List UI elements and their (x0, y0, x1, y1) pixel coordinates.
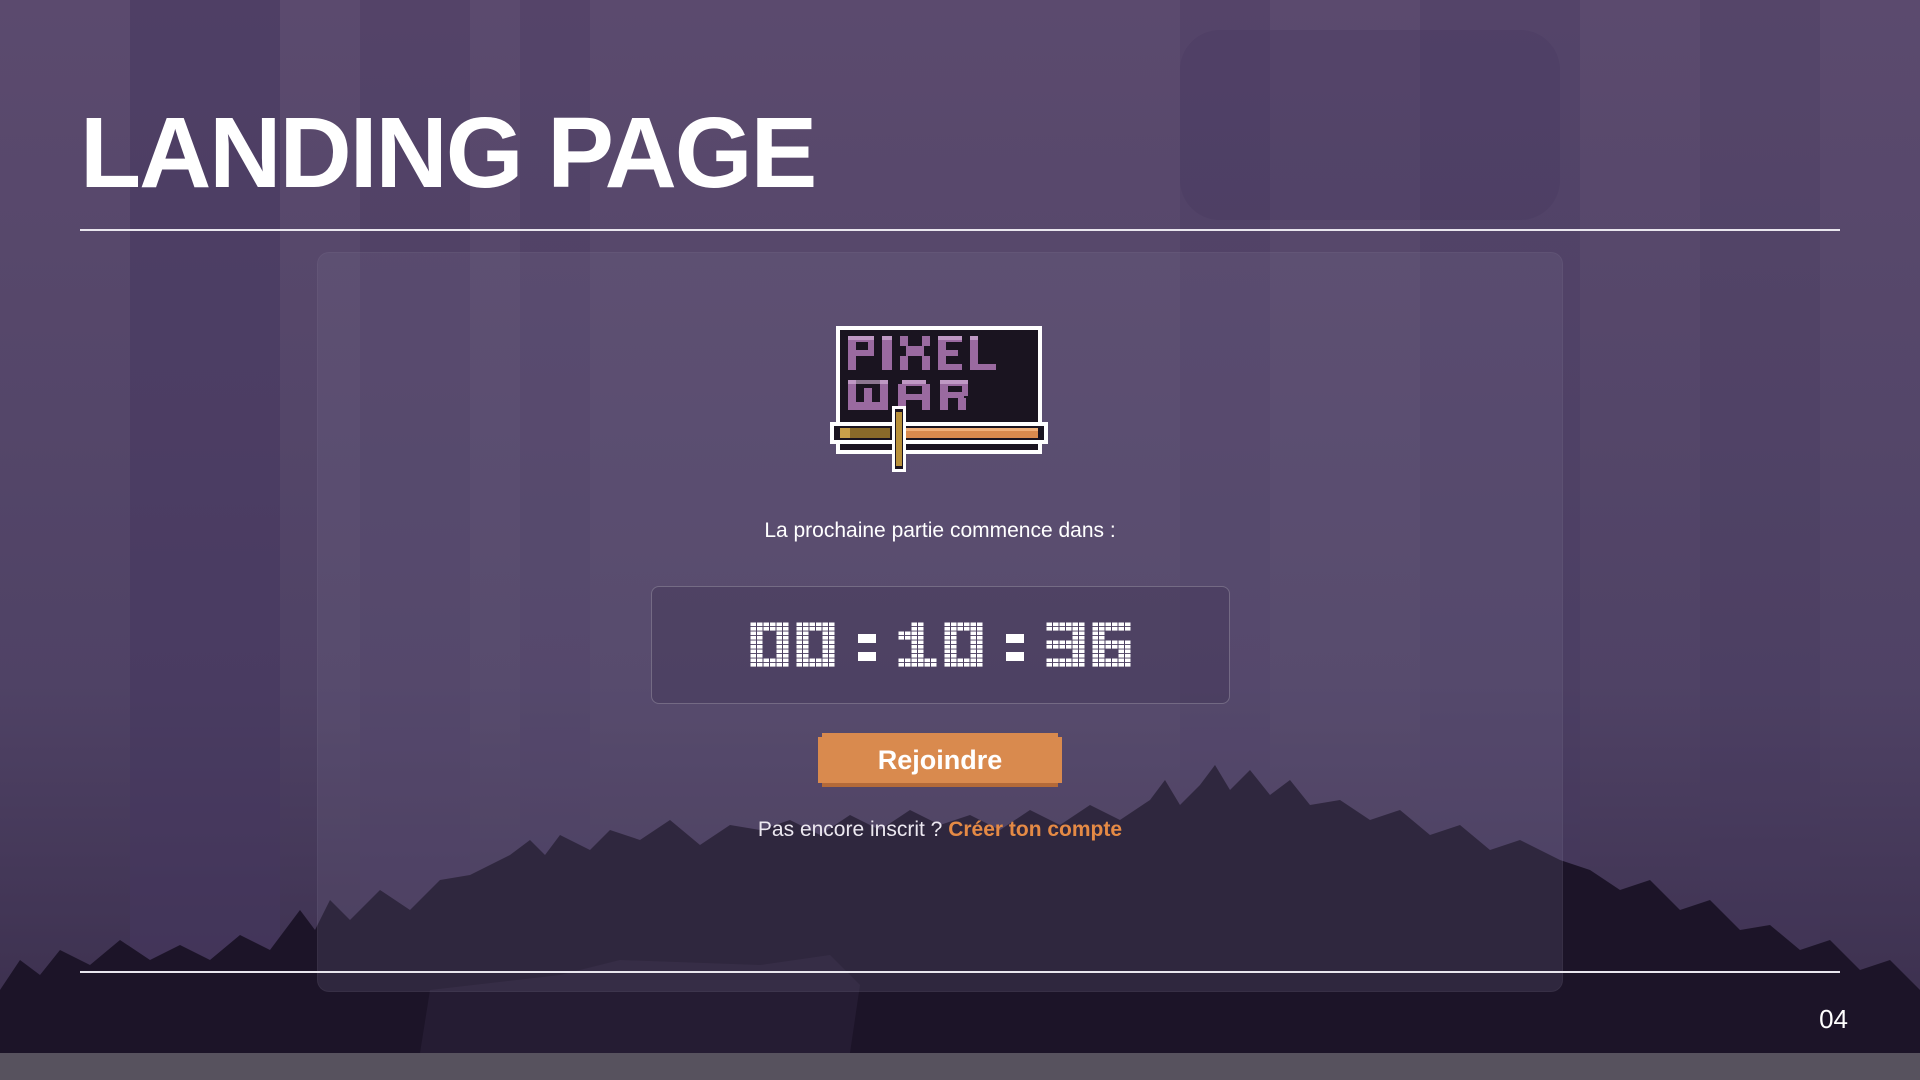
join-button[interactable]: Rejoindre (818, 733, 1062, 787)
countdown-digit: 6 (1092, 622, 1130, 667)
countdown-minutes: 10 (898, 622, 984, 668)
countdown-separator: : (857, 634, 876, 661)
signup-line: Pas encore inscrit ? Créer ton compte (0, 818, 1880, 842)
countdown-digits: 00:10:36 (750, 622, 1132, 668)
page-title: LANDING PAGE (80, 97, 817, 209)
countdown-digit: 0 (944, 622, 982, 667)
slide: LANDING PAGE La prochaine partie commenc… (0, 0, 1920, 1053)
title-divider (80, 229, 1840, 231)
countdown-digit: 1 (898, 622, 936, 667)
footer-divider (80, 971, 1840, 973)
countdown-hours: 00 (750, 622, 836, 668)
countdown-seconds: 36 (1046, 622, 1132, 668)
countdown-digit: 0 (750, 622, 788, 667)
create-account-link[interactable]: Créer ton compte (948, 818, 1122, 841)
countdown-label: La prochaine partie commence dans : (764, 519, 1116, 542)
countdown-digit: 3 (1046, 622, 1084, 667)
background-canopy (1180, 30, 1560, 220)
signup-prompt: Pas encore inscrit ? (757, 818, 943, 841)
countdown-digit: 0 (796, 622, 834, 667)
pixel-war-logo (830, 326, 1048, 472)
bottom-strip (0, 1053, 1920, 1080)
page-number: 04 (1819, 1004, 1848, 1034)
countdown-timer: 00:10:36 (651, 586, 1230, 704)
countdown-separator: : (1005, 634, 1024, 661)
